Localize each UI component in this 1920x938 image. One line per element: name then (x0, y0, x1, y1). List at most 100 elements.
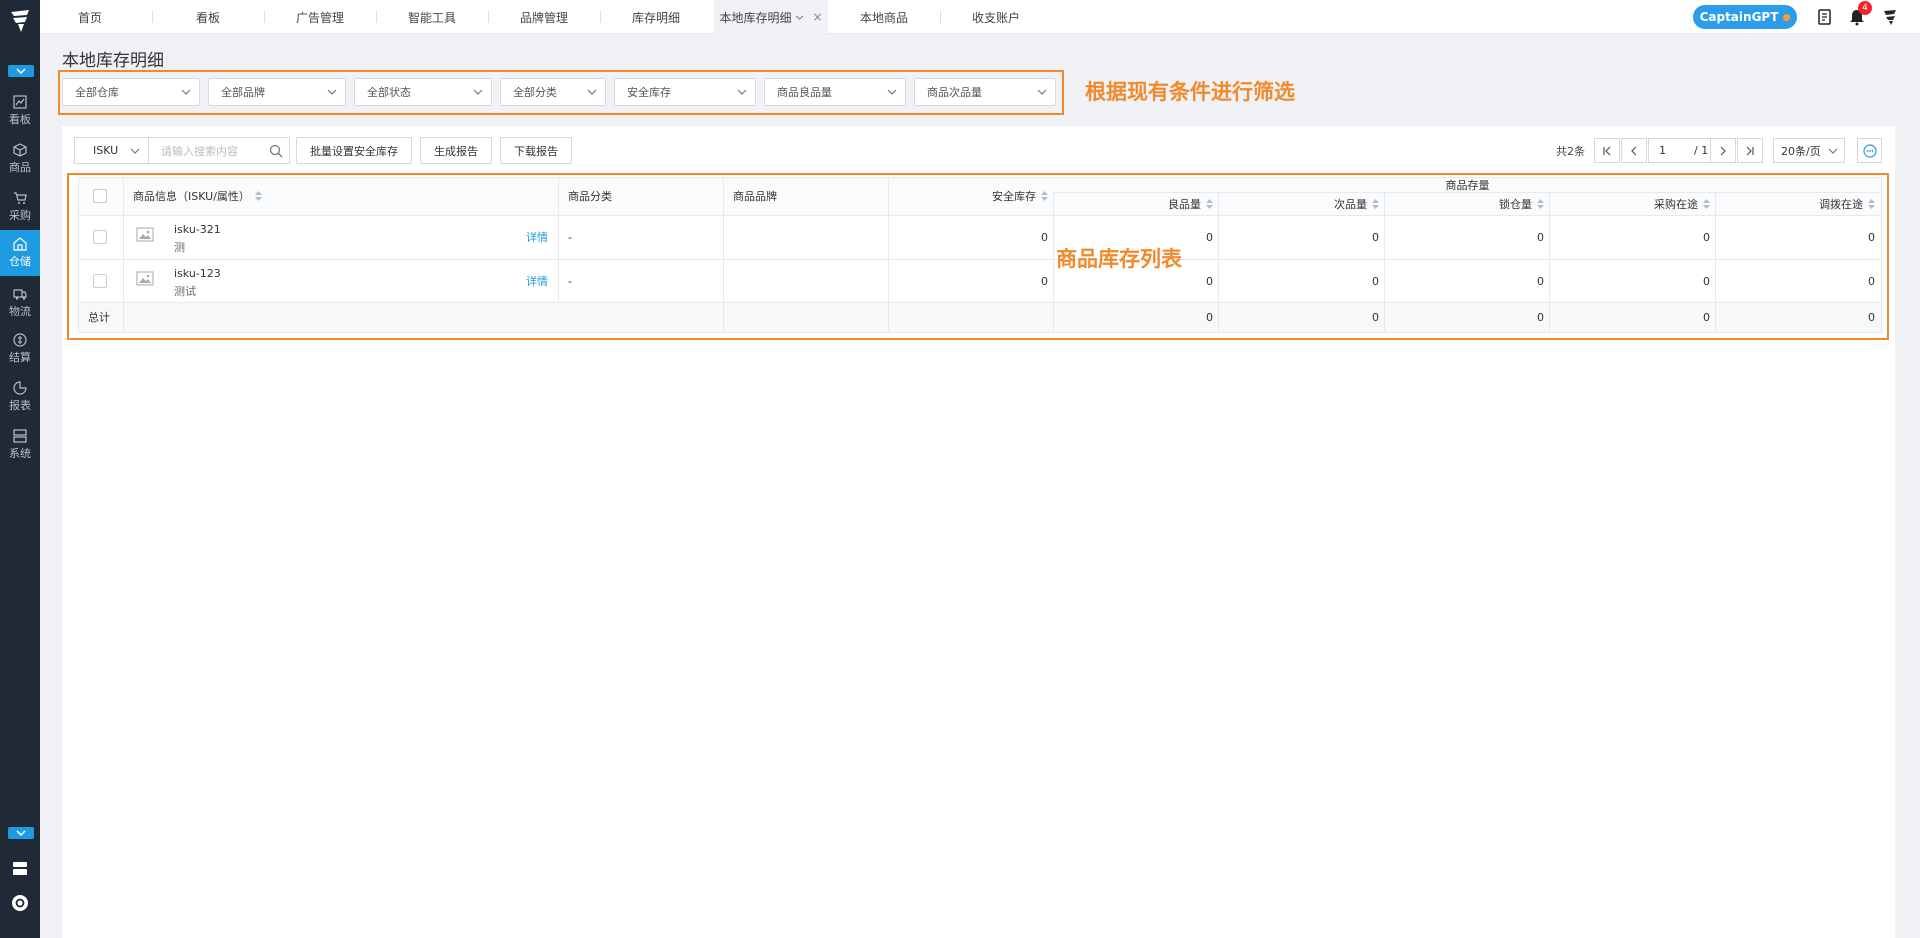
gpt-label: CaptainGPT (1699, 10, 1779, 24)
tab-label: 品牌管理 (519, 10, 568, 25)
chevron-down-icon (1037, 89, 1047, 95)
column-header-purchase[interactable]: 采购在途 (1549, 192, 1710, 215)
sidebar-item-label: 系统 (9, 447, 31, 460)
sidebar-item-label: 报表 (9, 399, 31, 412)
select-all-checkbox[interactable] (93, 189, 107, 203)
tab-tools[interactable]: 智能工具 (376, 0, 488, 34)
row-purchase: 0 (1703, 230, 1710, 244)
filter-good-qty-select[interactable]: 商品良品量 (764, 78, 906, 106)
row-isku: isku-321 (174, 222, 221, 236)
close-tab-icon[interactable]: × (812, 10, 822, 24)
column-header-transfer[interactable]: 调拨在途 (1715, 192, 1875, 215)
sidebar-item-label: 仓储 (9, 255, 31, 268)
filter-status-select[interactable]: 全部状态 (354, 78, 492, 106)
filter-warehouse-select[interactable]: 全部仓库 (62, 78, 200, 106)
column-settings-button[interactable] (1857, 138, 1882, 163)
select-value: ISKU (93, 144, 119, 157)
page-title: 本地库存明细 (62, 51, 164, 71)
sort-icon[interactable] (1372, 198, 1379, 209)
chevron-down-icon (181, 89, 191, 95)
captain-gpt-button[interactable]: CaptainGPT (1693, 5, 1797, 29)
sidebar-item-system[interactable]: 系统 (0, 422, 40, 468)
truck-icon (13, 289, 27, 300)
sidebar-item-dashboard[interactable]: 看板 (0, 88, 40, 134)
chevron-down-icon (587, 89, 597, 95)
row-attribute: 测试 (174, 285, 196, 298)
chevron-down-icon (327, 89, 337, 95)
chevron-down-icon[interactable] (795, 13, 804, 22)
page-number-input[interactable]: 1 / 1 (1648, 138, 1711, 163)
pie-icon (13, 381, 27, 395)
tab-home[interactable]: 首页 (40, 0, 140, 34)
sort-icon[interactable] (1868, 198, 1875, 209)
image-placeholder-icon (136, 227, 154, 242)
column-header-safety-stock[interactable]: 安全库存 (898, 177, 1048, 215)
generate-report-button[interactable]: 生成报告 (420, 137, 492, 164)
sort-icon[interactable] (1537, 198, 1544, 209)
store-icon[interactable] (11, 859, 29, 877)
tab-local-products[interactable]: 本地商品 (828, 0, 940, 34)
tab-inventory[interactable]: 库存明细 (600, 0, 712, 34)
last-page-button[interactable] (1737, 138, 1763, 163)
column-group-stock: 商品存量 (1445, 178, 1490, 192)
sort-icon[interactable] (1041, 191, 1048, 201)
row-purchase: 0 (1703, 274, 1710, 288)
app-logo-icon[interactable] (8, 8, 32, 34)
batch-set-safety-stock-button[interactable]: 批量设置安全库存 (296, 137, 412, 164)
sidebar-item-warehouse[interactable]: 仓储 (0, 230, 40, 276)
filter-safety-stock-select[interactable]: 安全库存 (614, 78, 756, 106)
row-detail-link[interactable]: 详情 (526, 229, 548, 245)
sidebar-item-reports[interactable]: 报表 (0, 374, 40, 420)
tab-dashboard[interactable]: 看板 (152, 0, 264, 34)
row-locked: 0 (1537, 274, 1544, 288)
sidebar-item-settlement[interactable]: 结算 (0, 326, 40, 372)
sort-icon[interactable] (1206, 198, 1213, 209)
sort-icon[interactable] (1703, 198, 1710, 209)
sidebar-item-logistics[interactable]: 物流 (0, 280, 40, 326)
search-icon[interactable] (269, 144, 283, 158)
chevron-down-icon (1828, 148, 1838, 154)
page-size-select[interactable]: 20条/页 (1773, 138, 1845, 163)
next-page-button[interactable] (1710, 138, 1736, 163)
column-header-good[interactable]: 良品量 (1053, 192, 1213, 215)
table-border (558, 177, 559, 302)
support-icon[interactable] (11, 894, 29, 912)
user-avatar-icon[interactable] (1881, 8, 1899, 26)
search-type-select[interactable]: ISKU (74, 137, 148, 164)
total-label: 总计 (88, 311, 110, 324)
row-detail-link[interactable]: 详情 (526, 273, 548, 289)
filter-brand-select[interactable]: 全部品牌 (208, 78, 346, 106)
column-header-locked[interactable]: 锁仓量 (1384, 192, 1544, 215)
table-border (888, 177, 889, 332)
prev-page-button[interactable] (1621, 138, 1647, 163)
download-report-button[interactable]: 下载报告 (500, 137, 572, 164)
tab-ads[interactable]: 广告管理 (264, 0, 376, 34)
row-checkbox[interactable] (93, 230, 107, 244)
sidebar-expand-bottom-button[interactable] (8, 827, 34, 839)
search-input[interactable]: 请输入搜索内容 (148, 137, 290, 164)
notes-icon[interactable] (1816, 8, 1834, 26)
page-current: 1 (1659, 144, 1666, 157)
total-defect: 0 (1372, 310, 1379, 324)
row-category: - (568, 230, 572, 244)
column-header-label: 采购在途 (1654, 197, 1698, 211)
sidebar-item-products[interactable]: 商品 (0, 136, 40, 182)
select-value: 安全库存 (627, 86, 671, 99)
row-checkbox[interactable] (93, 274, 107, 288)
first-page-button[interactable] (1594, 138, 1620, 163)
tab-brand[interactable]: 品牌管理 (488, 0, 600, 34)
tab-accounts[interactable]: 收支账户 (940, 0, 1052, 34)
select-value: 全部状态 (367, 86, 411, 99)
column-header-defect[interactable]: 次品量 (1218, 192, 1379, 215)
sort-icon[interactable] (254, 191, 262, 201)
column-header-product[interactable]: 商品信息（ISKU/属性） (133, 177, 262, 215)
sidebar-item-purchase[interactable]: 采购 (0, 184, 40, 230)
tab-local-inventory[interactable]: 本地库存明细 × (714, 0, 828, 34)
filter-defect-qty-select[interactable]: 商品次品量 (914, 78, 1056, 106)
column-header-category: 商品分类 (568, 190, 612, 203)
sidebar-item-label: 看板 (9, 113, 31, 126)
sidebar-expand-button[interactable] (8, 65, 34, 77)
filter-category-select[interactable]: 全部分类 (500, 78, 606, 106)
image-placeholder-icon (136, 271, 154, 286)
row-transfer: 0 (1868, 230, 1875, 244)
